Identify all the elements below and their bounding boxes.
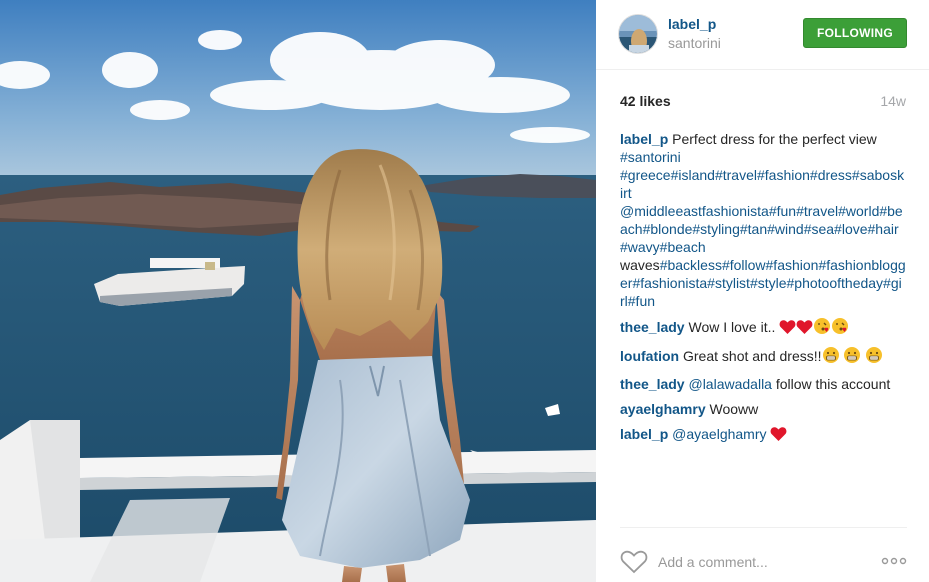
post-username-link[interactable]: label_p — [668, 16, 716, 32]
comment-item: thee_lady Wow I love it.. — [620, 317, 906, 339]
heart-emoji-icon — [796, 319, 813, 339]
heart-outline-icon[interactable] — [620, 550, 648, 574]
post-timestamp[interactable]: 14w — [880, 93, 906, 109]
caption: label_p Perfect dress for the perfect vi… — [620, 130, 906, 310]
mention-link[interactable]: @lalawadalla — [688, 376, 771, 392]
grin-emoji-icon — [822, 346, 840, 368]
ellipsis-icon[interactable] — [881, 554, 907, 568]
kiss-emoji-icon — [813, 317, 831, 339]
post-photo[interactable] — [0, 0, 596, 582]
comment-text: Wow I love it.. — [688, 319, 776, 335]
likes-row: 42 likes 14w — [620, 93, 906, 113]
hashtag-link[interactable]: #backless#follow#fashion#fashionblogger#… — [620, 257, 906, 309]
comment-item: thee_lady @lalawadalla follow this accou… — [620, 375, 906, 393]
comment-item: ayaelghamry Wooww — [620, 400, 906, 418]
comment-footer — [620, 527, 907, 582]
hashtag-link[interactable]: @middleeastfashionista#fun#travel#world#… — [620, 203, 903, 255]
avatar[interactable] — [618, 14, 658, 54]
comment-item: loufation Great shot and dress!! — [620, 346, 906, 368]
likes-count[interactable]: 42 likes — [620, 93, 671, 109]
comment-item: label_p @ayaelghamry — [620, 425, 906, 446]
comment-text: Wooww — [709, 401, 759, 417]
post-header: label_p santorini FOLLOWING — [596, 0, 929, 70]
heart-emoji-icon — [779, 319, 796, 339]
avatar-image — [619, 15, 657, 53]
santorini-view-image — [0, 0, 596, 582]
grin-emoji-icon — [865, 346, 883, 368]
comment-text: follow this account — [775, 376, 891, 392]
comment-username-link[interactable]: ayaelghamry — [620, 401, 706, 417]
following-button[interactable]: FOLLOWING — [803, 18, 907, 48]
comment-text: Great shot and dress!! — [683, 348, 822, 364]
add-comment-input[interactable] — [658, 552, 858, 572]
caption-word: waves — [620, 257, 660, 273]
hashtag-link[interactable]: #greece#island#travel#fashion#dress#sabo… — [620, 167, 904, 201]
grin-emoji-icon — [843, 346, 861, 368]
comment-username-link[interactable]: thee_lady — [620, 376, 685, 392]
caption-text: Perfect dress for the perfect view — [672, 131, 877, 147]
comment-username-link[interactable]: loufation — [620, 348, 679, 364]
kiss-emoji-icon — [831, 317, 849, 339]
post-location[interactable]: santorini — [668, 35, 721, 51]
hashtag-link[interactable]: #santorini — [620, 149, 681, 165]
caption-username-link[interactable]: label_p — [620, 131, 668, 147]
comment-list: label_p Perfect dress for the perfect vi… — [620, 130, 906, 453]
mention-link[interactable]: @ayaelghamry — [672, 426, 766, 442]
post-side-panel: label_p santorini FOLLOWING 42 likes 14w… — [596, 0, 929, 582]
comment-username-link[interactable]: thee_lady — [620, 319, 685, 335]
comment-username-link[interactable]: label_p — [620, 426, 668, 442]
heart-emoji-icon — [770, 426, 787, 446]
